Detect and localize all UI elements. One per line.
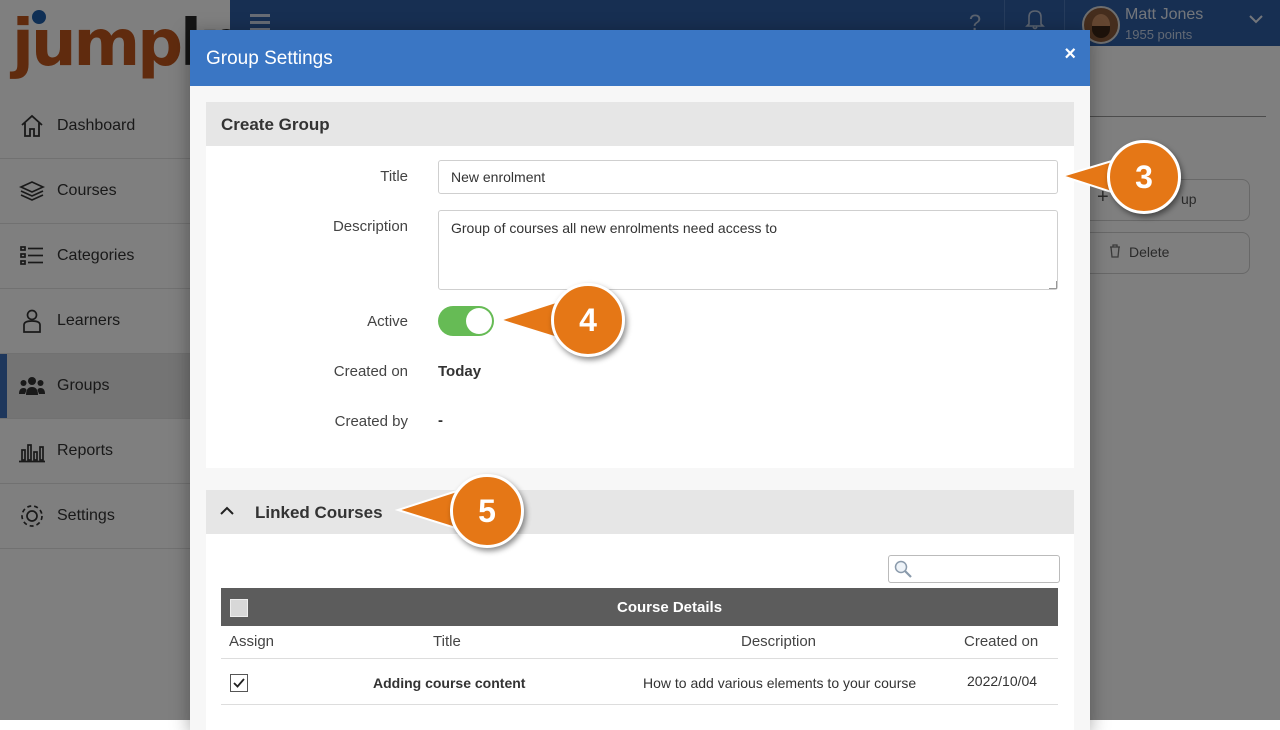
callout-badge-3: 3 <box>1107 140 1181 214</box>
callout-badge-5: 5 <box>450 474 524 548</box>
callout-pointers <box>394 156 1126 532</box>
callout-badge-4: 4 <box>551 283 625 357</box>
